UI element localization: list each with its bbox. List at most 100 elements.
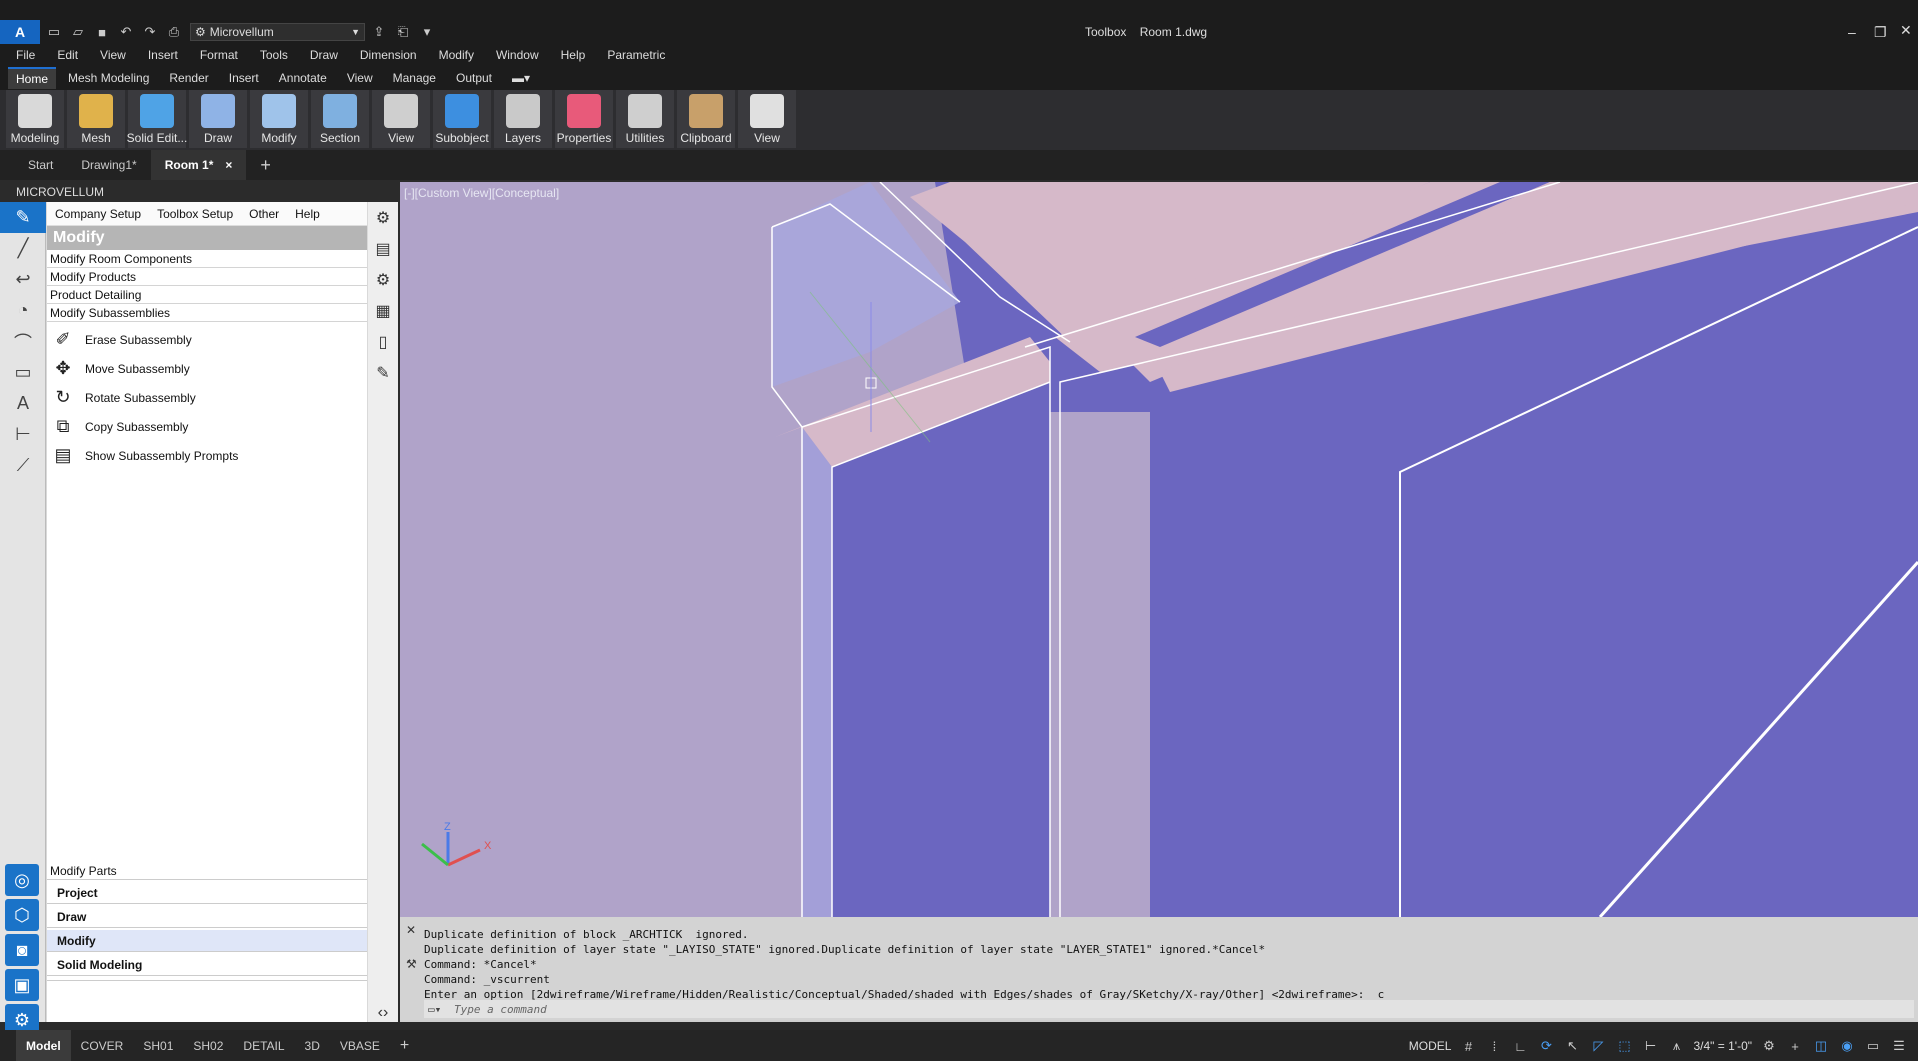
line-icon[interactable]: ╱ [0,233,46,264]
ribbon-tab-manage[interactable]: Manage [385,68,444,88]
palette-item-show-subassembly-prompts[interactable]: ▤ Show Subassembly Prompts [47,441,367,470]
workspace-dropdown[interactable]: ⚙ Microvellum ▼ [190,23,365,41]
command-line-input[interactable]: ▭▾ Type a command [424,1000,1914,1018]
model-space-label[interactable]: MODEL [1409,1039,1452,1053]
doc-tab-room-1-[interactable]: Room 1* × [150,150,247,180]
palette-menu-help[interactable]: Help [295,207,320,221]
menu-insert[interactable]: Insert [148,48,178,62]
isolate-icon[interactable]: ◫ [1812,1037,1830,1055]
customize-menu-icon[interactable]: ☰ [1890,1037,1908,1055]
palette-item-erase-subassembly[interactable]: ✐ Erase Subassembly [47,325,367,354]
snap-icon[interactable]: ⁞ [1485,1037,1503,1055]
grid-icon[interactable]: # [1459,1037,1477,1055]
lineweight-icon[interactable]: ⊢ [1641,1037,1659,1055]
restore-icon[interactable]: ❐ [1874,24,1887,41]
open-file-icon[interactable]: ▱ [68,22,88,42]
doc-tab-start[interactable]: Start [14,150,67,180]
osnap-icon[interactable]: ◸ [1589,1037,1607,1055]
page-icon[interactable]: ▯ [368,326,398,357]
category-solid-modeling[interactable]: Solid Modeling [47,954,367,976]
monitor-icon[interactable]: ▣ [5,969,39,1001]
palette-menu-other[interactable]: Other [249,207,279,221]
new-tab-icon[interactable]: + [246,150,285,180]
share-icon[interactable]: ⇪ [369,22,389,42]
annotation-scale[interactable]: 3/4" = 1'-0" [1693,1039,1752,1053]
menu-file[interactable]: File [16,48,35,62]
ribbon-tab-mesh-modeling[interactable]: Mesh Modeling [60,68,157,88]
cog-icon[interactable]: ⚙ [368,264,398,295]
layout-tab-cover[interactable]: COVER [71,1030,134,1061]
menu-tools[interactable]: Tools [260,48,288,62]
ribbon-panel-clipboard[interactable]: Clipboard [677,90,735,148]
measure-icon[interactable]: ⟋ [0,450,46,481]
ribbon-panel-section[interactable]: Section [311,90,369,148]
grid-icon[interactable]: ▦ [368,295,398,326]
menu-view[interactable]: View [100,48,126,62]
ribbon-panel-utilities[interactable]: Utilities [616,90,674,148]
layout-tab-sh01[interactable]: SH01 [133,1030,183,1061]
cube-icon[interactable]: ⬡ [5,899,39,931]
menu-dimension[interactable]: Dimension [360,48,417,62]
fingerprint-icon[interactable]: ◎ [5,864,39,896]
modify-parts-link[interactable]: Modify Parts [47,862,367,880]
3dosnap-icon[interactable]: ⬚ [1615,1037,1633,1055]
camera-icon[interactable]: ◙ [5,934,39,966]
save-icon[interactable]: ■ [92,22,112,42]
ribbon-panel-subobject[interactable]: Subobject [433,90,491,148]
palette-item-move-subassembly[interactable]: ✥ Move Subassembly [47,354,367,383]
document-icon[interactable]: ▤ [368,233,398,264]
customize-icon[interactable]: ▾ [417,22,437,42]
palette-item-copy-subassembly[interactable]: ⧉ Copy Subassembly [47,412,367,441]
menu-modify[interactable]: Modify [439,48,474,62]
ribbon-panel-modeling[interactable]: Modeling [6,90,64,148]
wrench-icon[interactable]: ⚒ [406,957,417,971]
model-view[interactable]: Z X [400,182,1918,917]
print-icon[interactable]: ⎙ [164,22,184,42]
command-close-icon[interactable]: ✕ [406,923,416,937]
redo-icon[interactable]: ↷ [140,22,160,42]
category-draw[interactable]: Draw [47,906,367,928]
pencil-icon[interactable]: ✎ [0,202,46,233]
layout-tab-sh02[interactable]: SH02 [183,1030,233,1061]
hardware-accel-icon[interactable]: ◉ [1838,1037,1856,1055]
menu-help[interactable]: Help [561,48,586,62]
ribbon-tab-home[interactable]: Home [8,67,57,89]
menu-draw[interactable]: Draw [310,48,338,62]
doc-tab-drawing1-[interactable]: Drawing1* [67,150,150,180]
polar-icon[interactable]: ⟳ [1537,1037,1555,1055]
ortho-icon[interactable]: ∟ [1511,1037,1529,1055]
palette-menu-toolbox-setup[interactable]: Toolbox Setup [157,207,233,221]
ribbon-panel-view[interactable]: View [372,90,430,148]
ribbon-tab-insert[interactable]: Insert [221,68,267,88]
ribbon-tab-output[interactable]: Output [448,68,500,88]
undo-icon[interactable]: ↶ [116,22,136,42]
menu-window[interactable]: Window [496,48,539,62]
close-tab-icon[interactable]: × [225,158,232,172]
viewport-label[interactable]: [-][Custom View][Conceptual] [404,186,559,200]
palette-link-modify-subassemblies[interactable]: Modify Subassemblies [47,304,367,322]
close-icon[interactable]: ✕ [1900,22,1912,39]
drawing-viewport[interactable]: Z X [-][Custom View][Conceptual] [400,182,1918,917]
polyline-icon[interactable]: ↩ [0,264,46,295]
arc-icon[interactable]: ⌒ [0,326,46,357]
menu-format[interactable]: Format [200,48,238,62]
menu-edit[interactable]: Edit [57,48,78,62]
edit-icon[interactable]: ✎ [368,357,398,388]
palette-menu-company-setup[interactable]: Company Setup [55,207,141,221]
ribbon-panel-properties[interactable]: Properties [555,90,613,148]
ribbon-tab-render[interactable]: Render [161,68,216,88]
rectangle-icon[interactable]: ▭ [0,357,46,388]
ribbon-panel-view[interactable]: View [738,90,796,148]
layout-tab-3d[interactable]: 3D [295,1030,330,1061]
category-project[interactable]: Project [47,882,367,904]
palette-link-product-detailing[interactable]: Product Detailing [47,286,367,304]
add-icon[interactable]: + [1786,1037,1804,1055]
circle-icon[interactable]: ◔ [0,295,46,326]
ribbon-panel-solid-edit-[interactable]: Solid Edit... [127,90,187,148]
scroll-arrows-icon[interactable]: ‹› [368,997,398,1028]
workspace-gear-icon[interactable]: ⚙ [1760,1037,1778,1055]
menu-parametric[interactable]: Parametric [607,48,665,62]
ribbon-panel-mesh[interactable]: Mesh [67,90,125,148]
category-modify[interactable]: Modify [47,930,367,952]
palette-link-modify-room-components[interactable]: Modify Room Components [47,250,367,268]
